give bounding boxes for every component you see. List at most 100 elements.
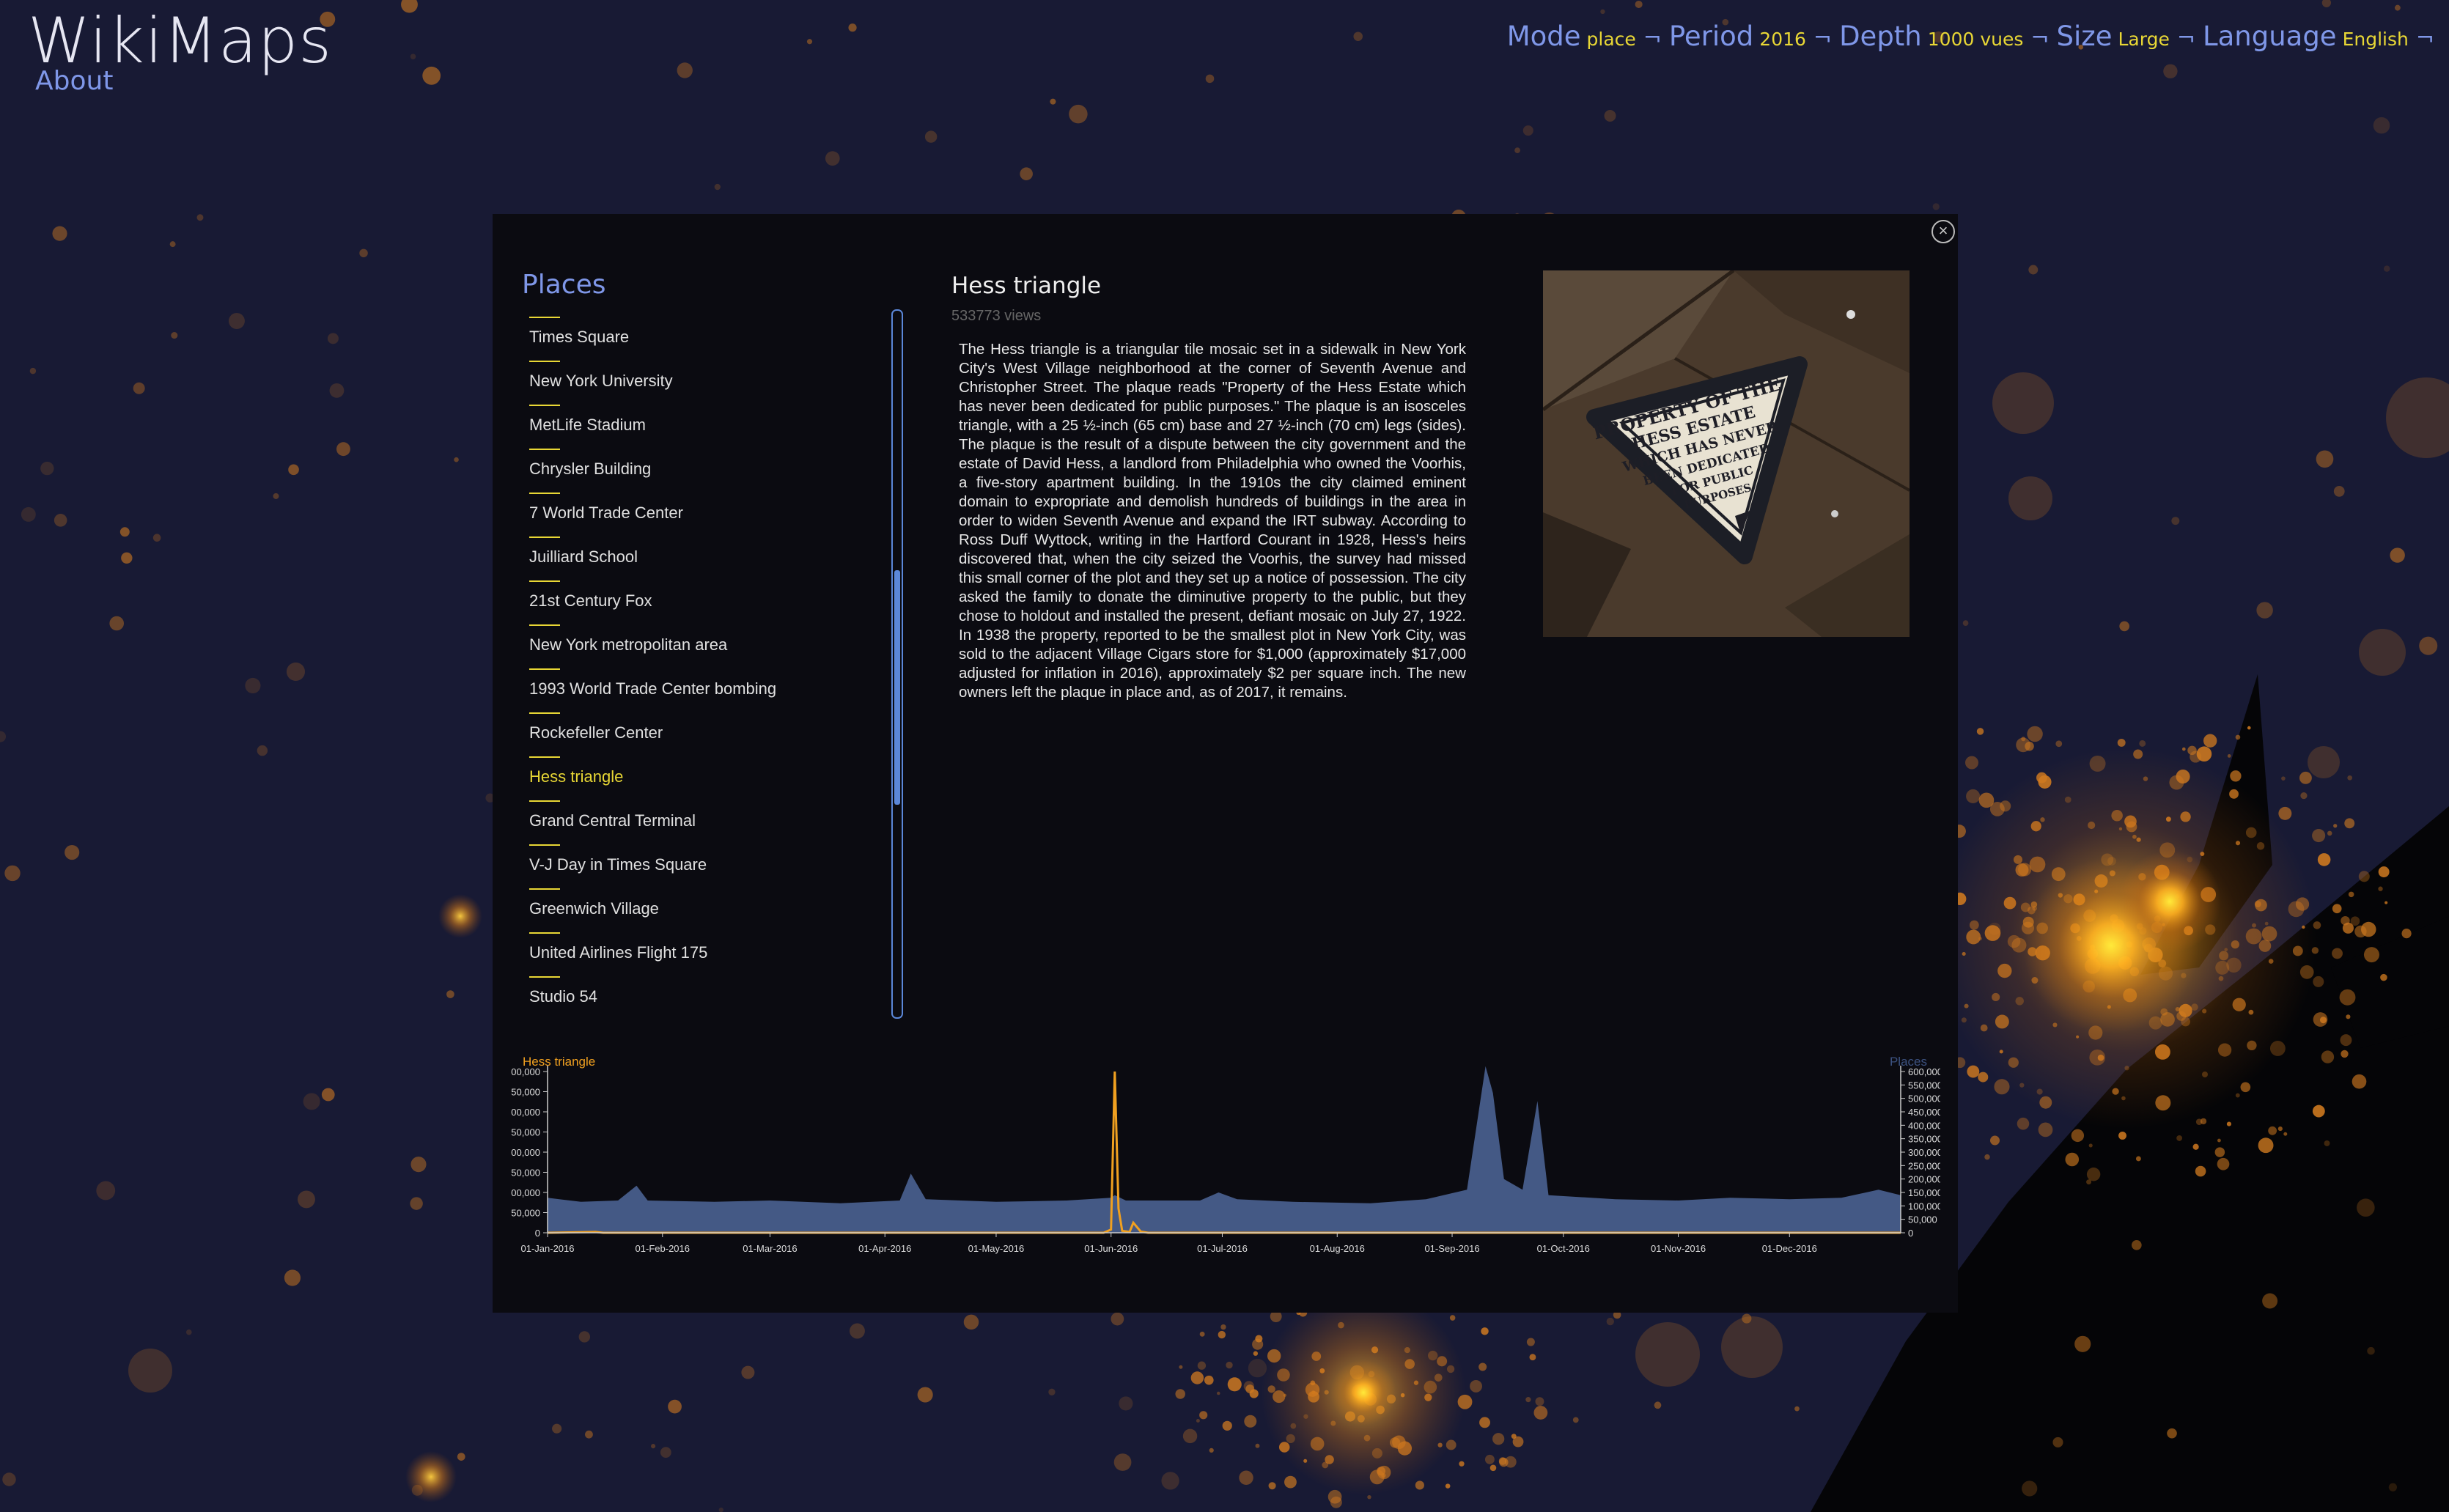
map-dot [321,1088,335,1102]
nav-size[interactable]: Size Large [2057,21,2170,52]
map-dot [2378,886,2383,891]
chart-right-tick-label: 400,000 [1908,1120,1940,1131]
places-scrollbar[interactable] [891,309,903,1019]
place-item[interactable]: Grand Central Terminal [529,800,910,844]
nav-language[interactable]: Language English [2203,21,2409,52]
map-dot [1196,1419,1200,1423]
map-dot [1498,1457,1507,1465]
map-dot [128,1349,172,1393]
place-item[interactable]: Hess triangle [529,756,910,800]
map-dot [454,457,459,462]
place-item[interactable]: Brooklyn Bridge [529,302,910,317]
place-item-label: New York University [529,372,673,390]
place-item[interactable]: Juilliard School [529,536,910,580]
map-dot [1635,0,1643,9]
map-dot [196,214,204,221]
place-item[interactable]: New York University [529,361,910,405]
map-dot [1990,1135,2000,1146]
map-dot [2333,824,2338,828]
map-dot [1253,1351,1259,1356]
chart-series-places [548,1066,1901,1233]
map-dot [1205,74,1215,84]
map-dot [2227,754,2231,758]
map-dot [1113,1453,1132,1471]
map-dot [121,552,133,564]
map-dot [1445,1483,1451,1489]
place-item[interactable]: MetLife Stadium [529,405,910,449]
map-dot [2139,740,2146,747]
chart-right-tick-label: 150,000 [1908,1187,1940,1198]
place-item[interactable]: 7 World Trade Center [529,493,910,536]
map-dot [185,1329,192,1335]
place-item-underline [529,756,560,758]
map-dot [1268,1482,1276,1490]
map-dot [2384,901,2388,904]
map-dot [2283,1132,2288,1136]
place-item[interactable]: Chrysler Building [529,449,910,493]
map-dot [2312,1105,2325,1118]
map-dot [741,1365,755,1379]
map-dot [327,333,339,344]
nav-period[interactable]: Period 2016 [1669,21,1806,52]
map-dot [1244,1415,1257,1428]
map-dot [2258,1137,2274,1154]
nav-depth[interactable]: Depth 1000 vues [1839,21,2023,52]
map-dot [2118,1132,2126,1140]
map-dot [1978,1072,1989,1083]
map-dot [1111,1312,1124,1326]
places-heading: Places [522,270,606,300]
map-dot [578,1331,591,1343]
map-dot [2352,1074,2367,1089]
map-dot [2195,1165,2206,1177]
place-item[interactable]: 1993 World Trade Center bombing [529,668,910,712]
nav-mode-label: Mode [1506,21,1581,52]
map-dot [1976,728,1984,735]
map-dot [1197,1361,1207,1370]
map-dot [2312,829,2326,843]
chart-right-tick-label: 550,000 [1908,1080,1940,1091]
map-dot [1992,372,2054,434]
map-dot [446,990,454,998]
nav-separator: ¬ [2176,26,2195,51]
chart-left-tick-label: 100,000 [511,1187,540,1198]
map-dot [152,534,161,542]
about-link[interactable]: About [35,66,113,96]
map-dot [2327,830,2332,836]
map-dot [1967,1065,1980,1078]
map-dot [2235,734,2241,740]
map-dot [2332,948,2343,959]
chart-right-tick-label: 200,000 [1908,1174,1940,1185]
map-dot [2348,891,2354,898]
map-dot [2017,1117,2030,1130]
map-dot [848,23,857,32]
place-item[interactable]: V-J Day in Times Square [529,844,910,888]
map-dot [2176,1135,2183,1141]
close-icon[interactable]: × [1931,220,1955,243]
map-dot [2321,1050,2335,1063]
map-dot [1481,1327,1489,1335]
map-dot [2380,973,2387,981]
map-dot [2317,853,2331,866]
chart-right-tick-label: 350,000 [1908,1134,1940,1145]
place-item[interactable]: United Airlines Flight 175 [529,932,910,976]
places-list[interactable]: Brooklyn Bridge Times Square New York Univ… [529,302,910,1014]
map-dot [96,1181,116,1201]
map-dot [2217,1138,2221,1143]
map-dot [133,382,145,394]
place-item[interactable]: New York metropolitan area [529,624,910,668]
place-item[interactable]: Greenwich Village [529,888,910,932]
place-item[interactable]: Times Square [529,317,910,361]
map-dot [2341,915,2350,926]
place-item-underline [529,888,560,890]
places-scrollbar-thumb[interactable] [894,570,900,805]
views-chart: Hess triangle Places 050,000100,000150,0… [511,1055,1940,1254]
place-item-label: New York metropolitan area [529,635,728,654]
map-dot [1966,789,1981,803]
map-dot [410,1157,427,1173]
place-item[interactable]: Studio 54 [529,976,910,1014]
nav-mode[interactable]: Mode place [1507,21,1636,52]
place-item-underline [529,493,560,494]
article-title: Hess triangle [951,273,1102,299]
place-item[interactable]: 21st Century Fox [529,580,910,624]
place-item[interactable]: Rockefeller Center [529,712,910,756]
